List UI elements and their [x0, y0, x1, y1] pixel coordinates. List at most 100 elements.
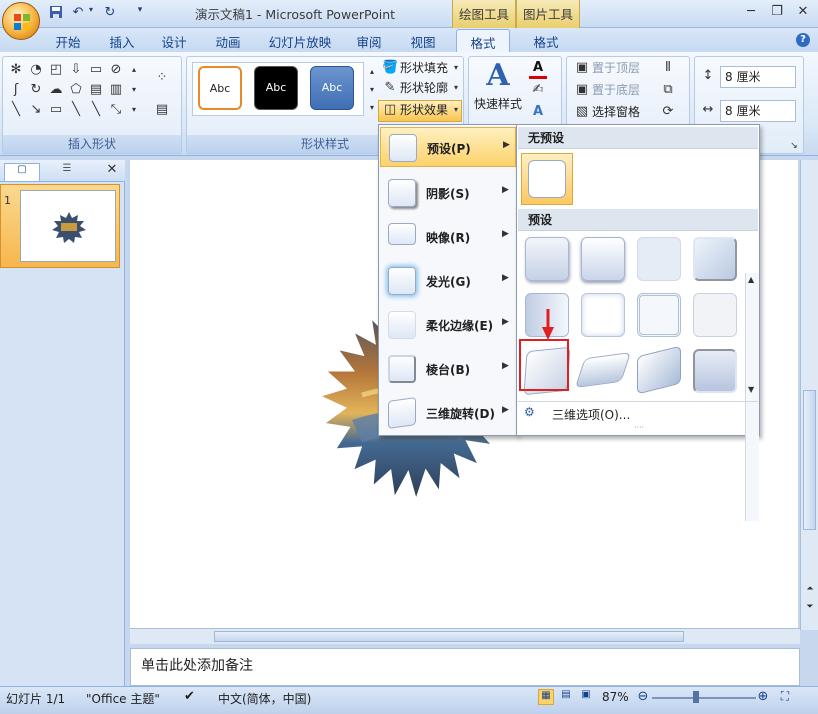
menu-item-soft-edges[interactable]: 柔化边缘(E) ▶ [380, 305, 516, 345]
text-fill-icon[interactable]: A [530, 60, 546, 76]
3d-options-item[interactable]: ⚙ 三维选项(O)... [518, 401, 758, 425]
shape-pentagon-icon[interactable]: ⬠ [68, 82, 84, 98]
shape-no-symbol-icon[interactable]: ⊘ [108, 62, 124, 78]
shape-gear-icon[interactable]: ✻ [8, 62, 24, 78]
styles-scroll-up-icon[interactable]: ▴ [364, 64, 380, 80]
slideshow-view-icon[interactable]: ▣ [578, 689, 594, 705]
preset-11[interactable] [637, 345, 681, 395]
notes-pane[interactable]: 单击此处添加备注 [130, 648, 800, 686]
redo-icon[interactable]: ↻ [102, 5, 118, 21]
bring-to-front-button[interactable]: 置于顶层 [592, 58, 640, 78]
no-preset-option[interactable] [521, 153, 573, 205]
fit-window-icon[interactable]: ⛶ [778, 689, 792, 703]
maximize-icon[interactable]: ❐ [766, 4, 788, 20]
zoom-in-icon[interactable]: ⊕ [756, 689, 770, 704]
minimize-icon[interactable]: ─ [740, 4, 762, 20]
menu-item-bevel[interactable]: 棱台(B) ▶ [380, 349, 516, 389]
help-icon[interactable]: ? [796, 33, 810, 47]
text-outline-icon[interactable]: ✍ [530, 82, 546, 98]
menu-item-reflection[interactable]: 映像(R) ▶ [380, 217, 516, 257]
office-button[interactable] [2, 2, 40, 40]
undo-dropdown-icon[interactable]: ▾ [86, 5, 96, 21]
tab-format-picture[interactable]: 格式 [522, 29, 570, 52]
next-slide-icon[interactable]: ⏷ [804, 602, 816, 614]
styles-scroll-down-icon[interactable]: ▾ [364, 82, 380, 98]
shape-curve-icon[interactable]: ʃ [8, 82, 24, 98]
shape-cloud-icon[interactable]: ☁ [48, 82, 64, 98]
resize-grip-icon[interactable]: ···· [627, 424, 651, 432]
shape-outline-dropdown-icon[interactable]: ▾ [448, 80, 464, 96]
style-sample-blue[interactable]: Abc [310, 66, 354, 110]
preset-8[interactable] [693, 293, 737, 337]
shape-double-arrow-icon[interactable]: ⤡ [108, 102, 124, 118]
tab-slideshow[interactable]: 幻灯片放映 [264, 29, 336, 52]
slides-tab-icon[interactable]: ▢ [4, 163, 40, 181]
preset-10[interactable] [574, 352, 632, 388]
zoom-slider-track[interactable] [652, 697, 756, 699]
tab-format-drawing[interactable]: 格式 [456, 29, 510, 52]
slide-thumbnail[interactable] [20, 190, 116, 262]
shape-textbox-icon[interactable]: ▤ [88, 82, 104, 98]
preset-gallery-scrollbar[interactable]: ▲ ▼ [745, 273, 759, 521]
quick-styles-button[interactable]: 快速样式 [474, 94, 522, 114]
prev-slide-icon[interactable]: ⏶ [804, 584, 816, 596]
menu-item-shadow[interactable]: 阴影(S) ▶ [380, 173, 516, 213]
outline-tab-icon[interactable]: ☰ [42, 163, 92, 181]
send-to-back-button[interactable]: 置于底层 [592, 80, 640, 100]
customize-qat-icon[interactable]: ▾ [134, 5, 146, 21]
width-input[interactable]: 8 厘米 [720, 100, 796, 122]
gallery-scroll-up-icon[interactable]: ▲ [748, 275, 754, 284]
tab-view[interactable]: 视图 [400, 29, 446, 52]
shape-line-icon[interactable]: ╲ [8, 102, 24, 118]
tab-animation[interactable]: 动画 [204, 29, 252, 52]
shape-line3-icon[interactable]: ╲ [88, 102, 104, 118]
shapes-scroll-down-icon[interactable]: ▾ [126, 82, 142, 98]
save-icon[interactable] [48, 5, 64, 21]
menu-item-glow[interactable]: 发光(G) ▶ [380, 261, 516, 301]
shape-line2-icon[interactable]: ╲ [68, 102, 84, 118]
shape-effects-button[interactable]: 形状效果 [400, 100, 448, 120]
style-sample-orange[interactable]: Abc [198, 66, 242, 110]
align-icon[interactable]: ⫴ [660, 60, 676, 76]
tab-design[interactable]: 设计 [152, 29, 196, 52]
slide-sorter-icon[interactable]: ▤ [558, 689, 574, 705]
zoom-out-icon[interactable]: ⊖ [636, 689, 650, 704]
preset-4[interactable] [693, 237, 737, 281]
tab-review[interactable]: 审阅 [346, 29, 392, 52]
menu-item-preset[interactable]: 预设(P) ▶ [380, 127, 516, 167]
shapes-more-icon[interactable]: ▾ [126, 102, 142, 118]
shapes-scroll-up-icon[interactable]: ▴ [126, 62, 142, 78]
preset-2[interactable] [581, 237, 625, 281]
zoom-slider-thumb[interactable] [693, 691, 699, 703]
shape-arc-icon[interactable]: ◔ [28, 62, 44, 78]
preset-3[interactable] [637, 237, 681, 281]
shape-vertical-textbox-icon[interactable]: ▥ [108, 82, 124, 98]
size-dialog-launcher-icon[interactable]: ↘ [786, 138, 802, 154]
selection-pane-button[interactable]: 选择窗格 [592, 102, 640, 122]
text-effects-icon[interactable]: A [530, 104, 546, 120]
tab-home[interactable]: 开始 [46, 29, 90, 52]
tab-insert[interactable]: 插入 [100, 29, 144, 52]
style-sample-black[interactable]: Abc [254, 66, 298, 110]
vertical-scroll-thumb[interactable] [803, 390, 816, 530]
shape-circle-arrow-icon[interactable]: ↻ [28, 82, 44, 98]
gallery-scroll-down-icon[interactable]: ▼ [748, 385, 754, 394]
shape-rectangle-icon[interactable]: ▭ [88, 62, 104, 78]
shape-outline-button[interactable]: 形状轮廓 [400, 78, 448, 98]
vertical-scrollbar[interactable]: ⏶ ⏷ [800, 160, 818, 630]
height-input[interactable]: 8 厘米 [720, 66, 796, 88]
shape-bracket-icon[interactable]: ◰ [48, 62, 64, 78]
spell-check-icon[interactable]: ✔ [184, 689, 195, 704]
shape-rect2-icon[interactable]: ▭ [48, 102, 64, 118]
edit-shape-icon[interactable]: ⁘ [150, 70, 174, 86]
horizontal-scroll-thumb[interactable] [214, 631, 684, 642]
group-objects-icon[interactable]: ⧉ [660, 82, 676, 98]
close-pane-icon[interactable]: ✕ [104, 162, 120, 180]
preset-7[interactable] [637, 293, 681, 337]
rotate-icon[interactable]: ⟳ [660, 104, 676, 120]
shape-down-arrow-icon[interactable]: ⇩ [68, 62, 84, 78]
shape-arrow-line-icon[interactable]: ↘ [28, 102, 44, 118]
preset-12[interactable] [693, 349, 737, 393]
shape-effects-dropdown-icon[interactable]: ▾ [448, 102, 464, 118]
preset-1[interactable] [525, 237, 569, 281]
